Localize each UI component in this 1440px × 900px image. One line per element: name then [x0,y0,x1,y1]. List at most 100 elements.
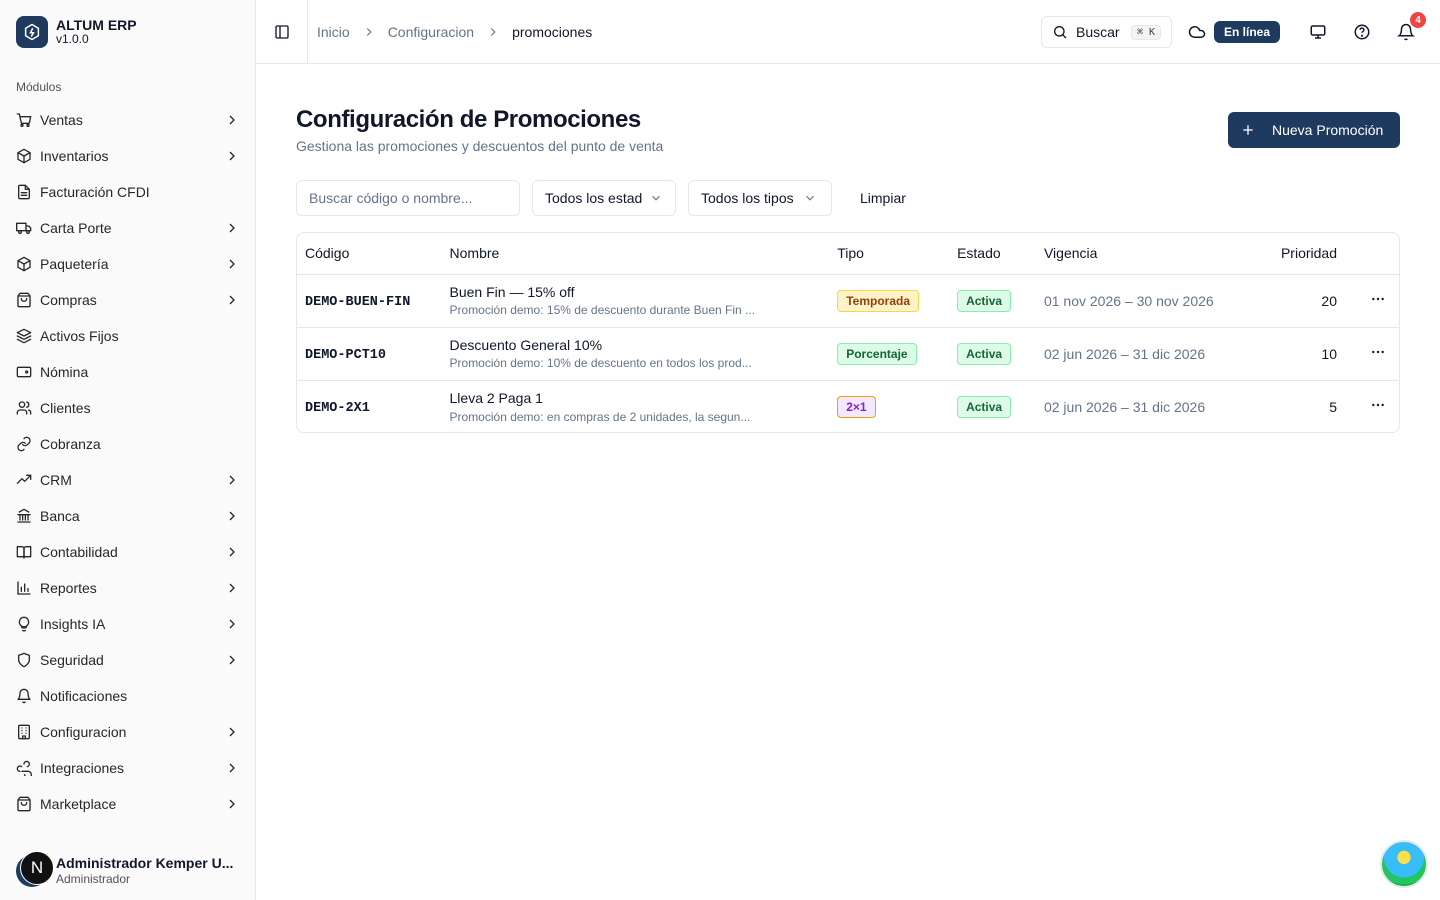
table-row[interactable]: DEMO-PCT10 Descuento General 10% Promoción… [297,327,1399,381]
type-filter-select[interactable]: Todos los tipos [688,180,832,216]
panel-left-icon [274,24,289,39]
search-label: Buscar [1076,24,1120,40]
new-promotion-button[interactable]: Nueva Promoción [1228,112,1400,148]
sidebar-item-banca[interactable]: Banca [8,498,248,534]
type-badge: Porcentaje [837,342,917,365]
bar-chart-icon [16,580,32,596]
sidebar-item-label: Reportes [40,580,97,596]
promo-validity: 02 jun 2026 – 31 dic 2026 [1043,398,1206,415]
sidebar-item-inventarios[interactable]: Inventarios [8,138,248,174]
sidebar-item-label: Banca [40,508,80,524]
sidebar-item-cobranza[interactable]: Cobranza [8,426,248,462]
breadcrumb-current: promociones [512,23,593,40]
monitor-button[interactable] [1308,22,1328,42]
brand[interactable]: ALTUM ERP v1.0.0 [16,16,137,48]
sidebar-toggle-button[interactable] [256,0,308,64]
sidebar-item-label: Contabilidad [40,544,118,560]
global-search-button[interactable]: Buscar ⌘ K [1041,16,1172,48]
col-vigencia[interactable]: Vigencia [1035,233,1258,275]
chevron-right-icon [224,256,240,272]
search-shortcut: ⌘ K [1130,24,1161,40]
notification-count-badge: 4 [1410,12,1426,28]
user-name: Administrador Kemper U... [56,855,234,872]
type-filter-value: Todos los tipos [701,190,794,206]
chevron-right-icon [224,580,240,596]
top-header: Inicio Configuracion promociones Buscar … [256,0,1440,64]
more-horizontal-icon [1372,404,1384,407]
status-badge: Activa [957,342,1012,365]
building-icon [16,724,32,740]
status-badge: Activa [957,395,1012,418]
row-actions-button[interactable] [1370,347,1386,363]
help-circle-icon [1354,24,1370,40]
sidebar-item-label: Inventarios [40,148,109,164]
sidebar-item-nomina[interactable]: Nómina [8,354,248,390]
more-horizontal-icon [1372,297,1384,301]
sidebar-fade [0,826,255,842]
sidebar-item-integraciones[interactable]: Integraciones [8,750,248,786]
sidebar-item-label: Clientes [40,400,91,416]
status-badge: En línea [1214,21,1281,43]
breadcrumb-configuracion[interactable]: Configuracion [388,24,474,40]
row-actions-button[interactable] [1370,400,1386,416]
sidebar-item-compras[interactable]: Compras [8,282,248,318]
sidebar-item-marketplace[interactable]: Marketplace [8,786,248,822]
sidebar-item-activos-fijos[interactable]: Activos Fijos [8,318,248,354]
col-codigo[interactable]: Código [297,233,442,275]
sidebar-item-notificaciones[interactable]: Notificaciones [8,678,248,714]
user-menu[interactable]: N Administrador Kemper U... Administrado… [0,842,255,900]
table-row[interactable]: DEMO-2X1 Lleva 2 Paga 1 Promoción demo: en… [297,380,1399,432]
sidebar-item-label: Seguridad [40,652,104,668]
search-icon [1054,26,1067,39]
chevron-right-icon [224,112,240,128]
promo-validity: 02 jun 2026 – 31 dic 2026 [1035,327,1258,381]
sidebar-item-facturacion-cfdi[interactable]: Facturación CFDI [8,174,248,210]
chevron-right-icon [366,27,372,36]
sidebar-item-label: Compras [40,292,97,308]
col-actions [1357,233,1399,275]
sidebar-item-reportes[interactable]: Reportes [8,570,248,606]
col-estado[interactable]: Estado [949,233,1036,275]
sidebar-item-insights-ia[interactable]: Insights IA [8,606,248,642]
sidebar-item-contabilidad[interactable]: Contabilidad [8,534,248,570]
bank-icon [16,508,32,524]
promo-code: DEMO-2X1 [305,400,370,416]
webhook-icon [16,760,32,776]
sidebar-item-configuracion[interactable]: Configuracion [8,714,248,750]
page-title: Configuración de Promociones [296,106,641,133]
wallet-icon [16,364,32,380]
help-button[interactable] [1352,22,1372,42]
brand-version: v1.0.0 [56,32,89,47]
col-prioridad[interactable]: Prioridad [1257,233,1357,275]
sidebar-item-label: Carta Porte [40,220,112,236]
chevron-right-icon [224,760,240,776]
sidebar-nav: Ventas Inventarios Facturación CFDI Carta P… [8,102,248,822]
brand-logo-icon [16,16,48,48]
assistant-avatar[interactable] [1380,840,1428,888]
sidebar-item-seguridad[interactable]: Seguridad [8,642,248,678]
chevron-right-icon [490,27,496,36]
package-icon [16,256,32,272]
sidebar-item-paqueteria[interactable]: Paquetería [8,246,248,282]
shopping-bag-icon [16,292,32,308]
search-input[interactable] [296,180,520,216]
sidebar-item-ventas[interactable]: Ventas [8,102,248,138]
clear-filters-button[interactable]: Limpiar [848,180,918,216]
sidebar-item-carta-porte[interactable]: Carta Porte [8,210,248,246]
status-filter-select[interactable]: Todos los estados [532,180,676,216]
breadcrumb-inicio[interactable]: Inicio [317,24,350,40]
row-actions-button[interactable] [1370,294,1386,310]
sidebar-item-label: Configuracion [40,724,127,740]
sidebar-item-clientes[interactable]: Clientes [8,390,248,426]
chevron-down-icon [806,195,814,201]
chevron-right-icon [224,724,240,740]
promo-validity: 01 nov 2026 – 30 nov 2026 [1035,274,1258,328]
chevron-right-icon [224,616,240,632]
table-row[interactable]: DEMO-BUEN-FIN Buen Fin — 15% off Promoción… [297,274,1399,328]
col-nombre[interactable]: Nombre [441,233,830,275]
chevron-right-icon [224,544,240,560]
truck-icon [16,220,32,236]
sidebar-item-crm[interactable]: CRM [8,462,248,498]
chevron-right-icon [224,652,240,668]
col-tipo[interactable]: Tipo [829,233,950,275]
